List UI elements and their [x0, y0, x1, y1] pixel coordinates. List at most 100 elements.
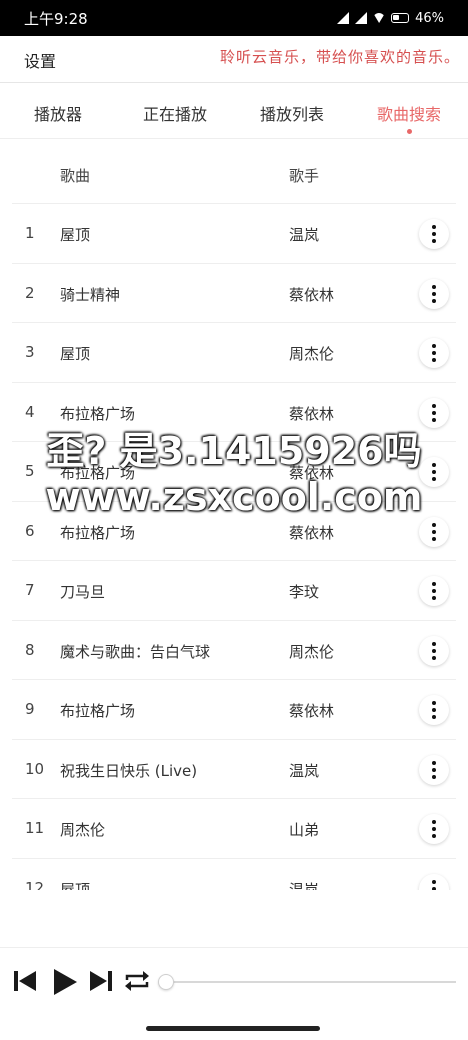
song-number: 7 — [25, 581, 35, 599]
song-row[interactable]: 6 布拉格广场 蔡依林 — [12, 502, 456, 561]
song-number: 11 — [25, 819, 45, 837]
song-artist: 山弟 — [289, 821, 320, 839]
song-row[interactable]: 11 周杰伦 山弟 — [12, 799, 456, 859]
song-artist: 蔡依林 — [289, 285, 335, 304]
more-options-button[interactable] — [419, 873, 449, 890]
song-title: 周杰伦 — [60, 821, 106, 839]
song-title: 魔术与歌曲：告白气球 — [60, 642, 211, 661]
app-bar: 设置 聆听云音乐，带给你喜欢的音乐。 — [0, 36, 468, 83]
song-list[interactable]: 1 屋顶 温岚 2 骑士精神 蔡依林 3 屋顶 周杰伦 4 布拉格广场 蔡依林 5 布拉格广场 蔡依林 6 布拉… — [12, 204, 456, 890]
song-row[interactable]: 4 布拉格广场 蔡依林 — [12, 383, 456, 442]
song-artist: 周杰伦 — [289, 642, 335, 661]
more-options-button[interactable] — [419, 397, 449, 428]
more-options-button[interactable] — [419, 695, 449, 725]
more-options-button[interactable] — [419, 814, 449, 844]
song-title: 骑士精神 — [60, 285, 121, 304]
song-artist: 蔡依林 — [289, 464, 335, 482]
song-row[interactable]: 3 屋顶 周杰伦 — [12, 323, 456, 383]
more-vertical-icon — [432, 648, 436, 653]
more-options-button[interactable] — [419, 576, 449, 606]
app-slogan: 聆听云音乐，带给你喜欢的音乐。 — [219, 48, 460, 66]
tab-player[interactable]: 播放器 — [34, 101, 82, 125]
song-number: 3 — [25, 343, 35, 361]
battery-level: 46 — [415, 10, 432, 26]
song-row[interactable]: 12 屋顶 温岚 — [12, 859, 456, 891]
song-number: 5 — [25, 462, 35, 480]
song-artist: 温岚 — [289, 226, 320, 244]
song-number: 6 — [25, 521, 35, 540]
song-number: 1 — [25, 224, 35, 242]
song-row[interactable]: 9 布拉格广场 蔡依林 — [12, 680, 456, 740]
more-vertical-icon — [432, 708, 436, 712]
more-options-button[interactable] — [419, 278, 449, 309]
more-vertical-icon — [432, 886, 436, 890]
song-artist: 李玟 — [289, 583, 320, 601]
more-vertical-icon — [432, 410, 436, 415]
signal-icon-2 — [355, 12, 368, 24]
more-options-button[interactable] — [419, 338, 449, 368]
list-header: 歌曲 歌手 — [12, 145, 456, 204]
song-artist: 周杰伦 — [289, 345, 335, 363]
player-bar — [0, 947, 468, 1018]
play-icon[interactable] — [52, 968, 78, 996]
more-options-button[interactable] — [419, 219, 449, 249]
song-number: 2 — [25, 283, 35, 302]
song-row[interactable]: 8 魔术与歌曲：告白气球 周杰伦 — [12, 621, 456, 680]
song-title: 刀马旦 — [60, 583, 106, 601]
progress-thumb[interactable] — [158, 974, 174, 990]
song-artist: 蔡依林 — [289, 404, 335, 423]
song-number: 10 — [25, 759, 45, 778]
signal-icon — [337, 12, 350, 24]
active-tab-indicator — [407, 129, 412, 134]
repeat-icon[interactable] — [123, 968, 151, 994]
song-title: 祝我生日快乐 (Live) — [60, 761, 198, 780]
song-row[interactable]: 5 布拉格广场 蔡依林 — [12, 442, 456, 502]
status-bar: 上午9:28 46% — [0, 0, 468, 36]
song-title: 布拉格广场 — [60, 464, 136, 482]
song-row[interactable]: 2 骑士精神 蔡依林 — [12, 264, 456, 323]
gesture-bar — [146, 1026, 320, 1031]
song-title: 布拉格广场 — [60, 404, 136, 423]
tab-song-search[interactable]: 歌曲搜索 — [377, 101, 441, 125]
tab-now-playing[interactable]: 正在播放 — [143, 101, 207, 125]
more-vertical-icon — [432, 232, 436, 236]
wifi-icon — [373, 13, 386, 23]
more-options-button[interactable] — [419, 635, 449, 666]
more-vertical-icon — [432, 470, 436, 474]
song-row[interactable]: 10 祝我生日快乐 (Live) 温岚 — [12, 740, 456, 799]
song-artist: 温岚 — [289, 880, 320, 891]
more-vertical-icon — [432, 351, 436, 355]
header-song: 歌曲 — [60, 167, 91, 185]
more-options-button[interactable] — [419, 516, 449, 547]
song-artist: 蔡依林 — [289, 523, 335, 542]
tab-bar: 播放器 正在播放 播放列表 歌曲搜索 — [0, 83, 468, 139]
song-number: 9 — [25, 700, 35, 718]
more-vertical-icon — [432, 827, 436, 831]
previous-icon[interactable] — [12, 968, 38, 994]
song-title: 屋顶 — [60, 226, 91, 244]
song-number: 4 — [25, 402, 35, 421]
song-artist: 蔡依林 — [289, 702, 335, 720]
song-title: 屋顶 — [60, 345, 91, 363]
more-vertical-icon — [432, 529, 436, 534]
progress-track[interactable] — [166, 981, 456, 983]
next-icon[interactable] — [88, 968, 114, 994]
song-artist: 温岚 — [289, 761, 320, 780]
more-vertical-icon — [432, 767, 436, 772]
settings-button[interactable]: 设置 — [24, 48, 56, 72]
status-icons: 46% — [337, 11, 444, 26]
more-options-button[interactable] — [419, 754, 449, 785]
status-time: 上午9:28 — [24, 9, 88, 28]
more-options-button[interactable] — [419, 457, 449, 487]
song-title: 布拉格广场 — [60, 702, 136, 720]
tab-playlist[interactable]: 播放列表 — [260, 101, 324, 125]
song-number: 12 — [25, 878, 45, 891]
more-vertical-icon — [432, 291, 436, 296]
battery-icon — [391, 13, 410, 23]
song-title: 屋顶 — [60, 880, 91, 891]
song-number: 8 — [25, 640, 35, 659]
song-row[interactable]: 1 屋顶 温岚 — [12, 204, 456, 264]
more-vertical-icon — [432, 589, 436, 593]
song-row[interactable]: 7 刀马旦 李玟 — [12, 561, 456, 621]
header-artist: 歌手 — [289, 167, 320, 185]
